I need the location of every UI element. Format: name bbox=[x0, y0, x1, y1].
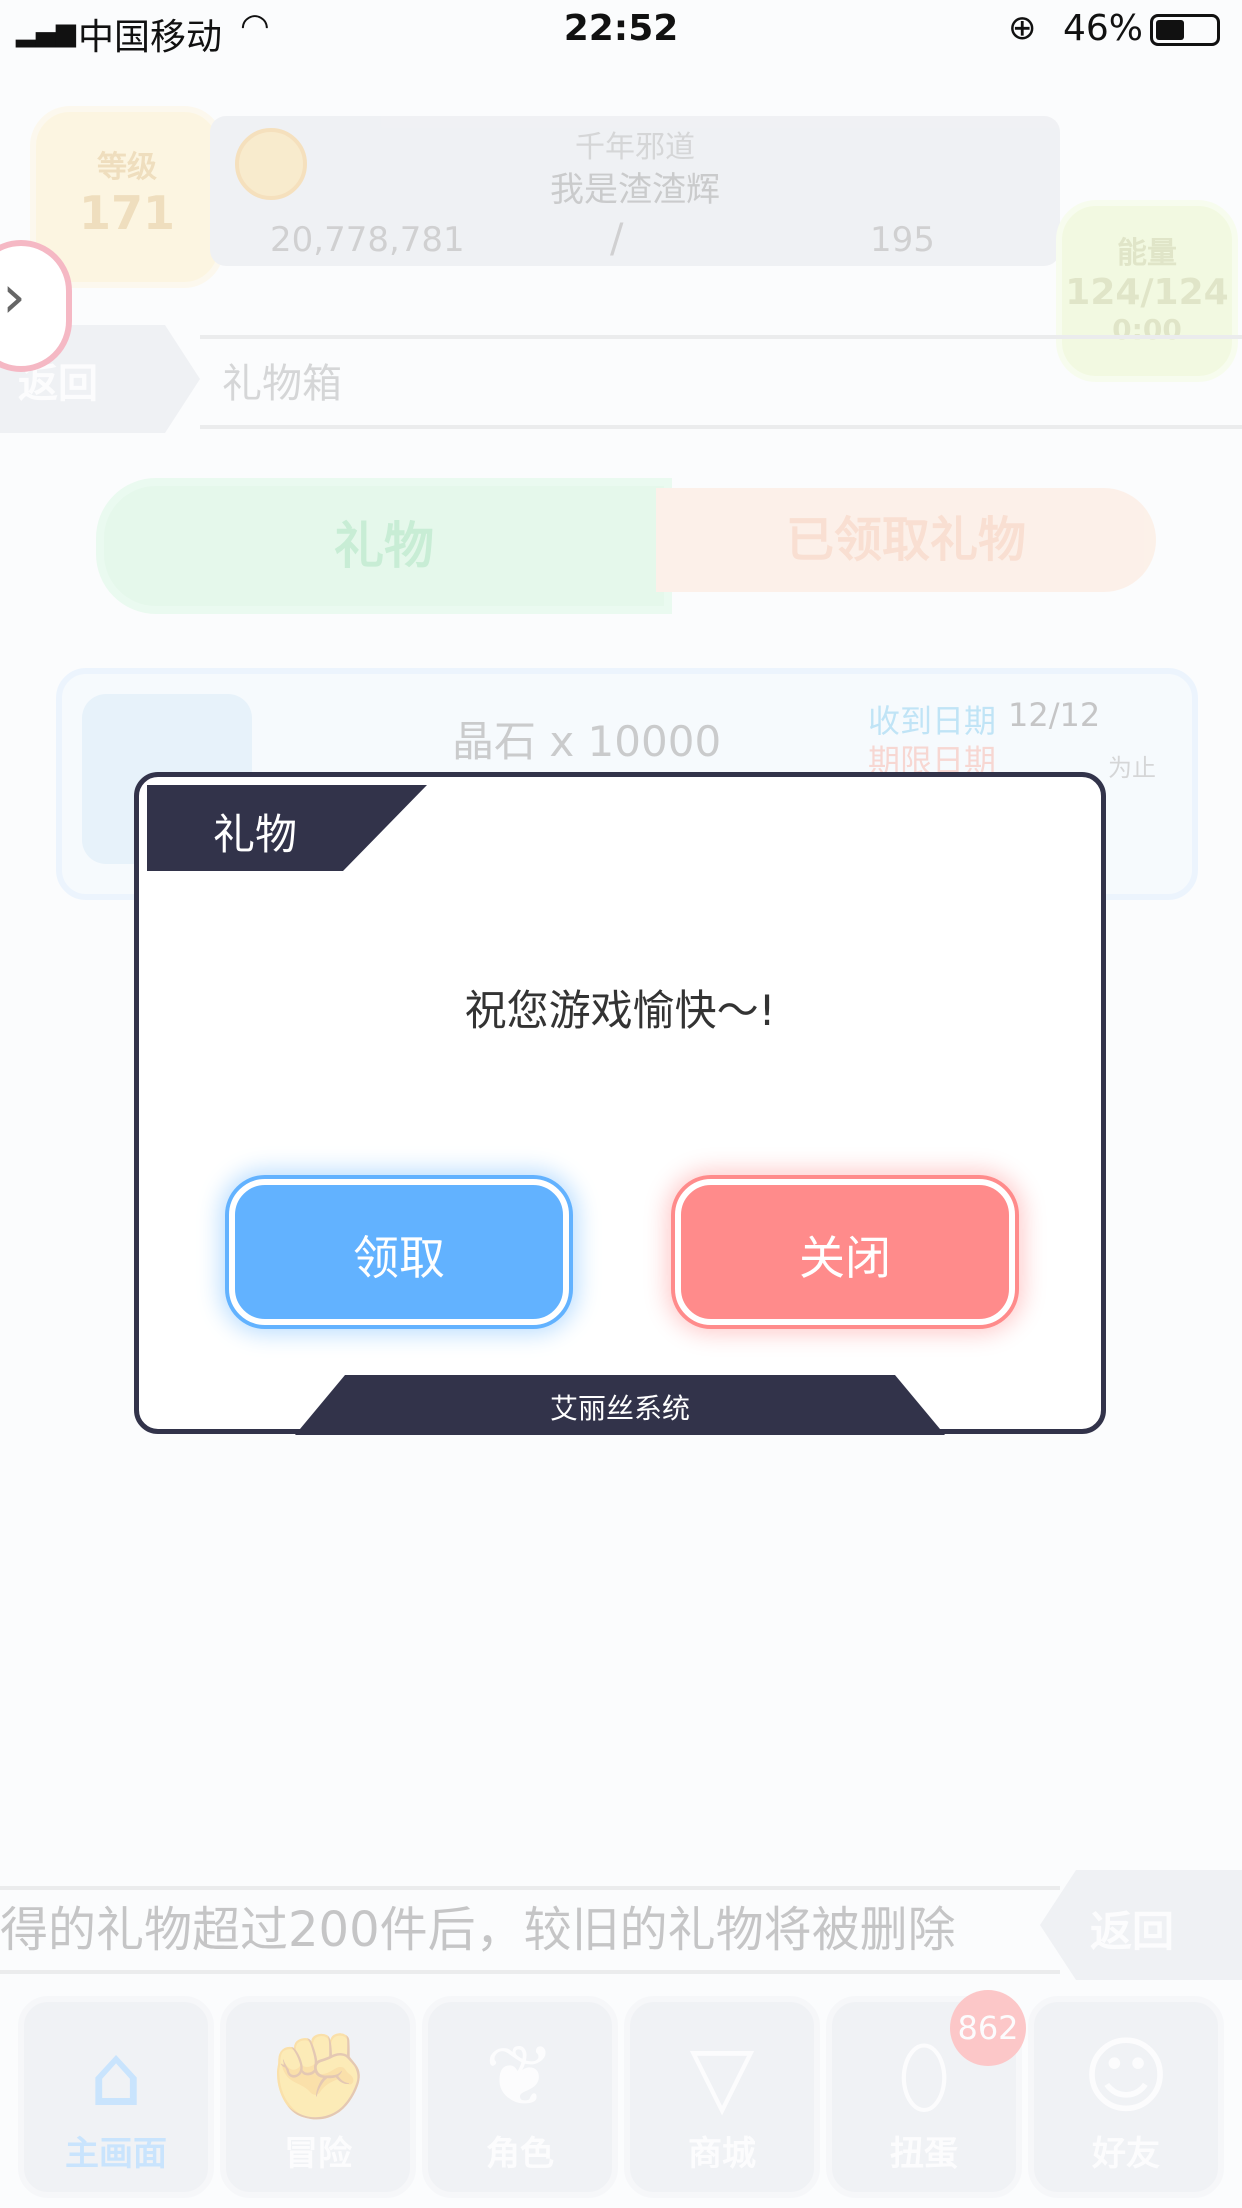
gift-name: 晶石 x 10000 bbox=[452, 717, 722, 766]
nav-friends[interactable]: ☺ 好友 bbox=[1028, 1996, 1224, 2198]
nav-shop-label: 商城 bbox=[688, 2134, 756, 2174]
nav-friends-label: 好友 bbox=[1092, 2134, 1160, 2174]
nav-gacha-label: 扭蛋 bbox=[890, 2134, 958, 2174]
currency-separator: / bbox=[610, 216, 624, 262]
nav-home-label: 主画面 bbox=[65, 2134, 167, 2174]
handshake-icon: ✊ bbox=[265, 2027, 371, 2125]
player-hud: 等级 171 千年邪道 我是渣渣辉 20,778,781 / 195 能量 12… bbox=[20, 96, 1238, 382]
gift-tabs: 礼物 已领取礼物 bbox=[96, 478, 1156, 614]
bottom-back-button[interactable]: 返回 bbox=[1040, 1870, 1242, 1980]
nav-adventure[interactable]: ✊ 冒险 bbox=[220, 1996, 416, 2198]
level-label: 等级 bbox=[97, 150, 157, 185]
player-name: 我是渣渣辉 bbox=[550, 170, 720, 210]
claim-button[interactable]: 领取 bbox=[229, 1179, 569, 1325]
tab-received-gifts[interactable]: 已领取礼物 bbox=[656, 488, 1156, 592]
energy-label: 能量 bbox=[1117, 236, 1177, 271]
tab-gifts[interactable]: 礼物 bbox=[96, 478, 672, 614]
rabbit-icon: ❦ bbox=[484, 2027, 556, 2125]
received-date-value: 12/12 bbox=[1008, 696, 1101, 734]
player-info-bar: 千年邪道 我是渣渣辉 20,778,781 / 195 bbox=[210, 116, 1060, 266]
notice-ticker: 得的礼物超过200件后，较旧的礼物将被删除 bbox=[0, 1886, 1060, 1974]
player-title: 千年邪道 bbox=[575, 130, 695, 165]
page-header: 返回 礼物箱 bbox=[0, 325, 1242, 433]
page-title: 礼物箱 bbox=[222, 361, 342, 407]
close-button[interactable]: 关闭 bbox=[675, 1179, 1015, 1325]
dialog-footer: 艾丽丝系统 bbox=[295, 1375, 945, 1435]
nav-character-label: 角色 bbox=[486, 2134, 554, 2174]
home-icon: ⌂ bbox=[89, 2027, 143, 2125]
bottom-back-label: 返回 bbox=[1090, 1907, 1175, 1956]
notice-text: 得的礼物超过200件后，较旧的礼物将被删除 bbox=[0, 1902, 956, 1958]
medal-icon bbox=[235, 128, 307, 200]
gold-amount: 20,778,781 bbox=[270, 220, 465, 260]
cart-icon: ▽ bbox=[689, 2027, 755, 2125]
dialog-title: 礼物 bbox=[213, 810, 298, 859]
nav-character[interactable]: ❦ 角色 bbox=[422, 1996, 618, 2198]
dialog-footer-label: 艾丽丝系统 bbox=[549, 1392, 690, 1425]
chevron-right-icon: › bbox=[2, 262, 26, 332]
energy-value: 124/124 bbox=[1065, 272, 1229, 313]
gacha-badge: 862 bbox=[950, 1990, 1026, 2066]
gift-dialog: 礼物 祝您游戏愉快～! 领取 关闭 艾丽丝系统 bbox=[134, 772, 1106, 1435]
nav-shop[interactable]: ▽ 商城 bbox=[624, 1996, 820, 2198]
nav-adventure-label: 冒险 bbox=[284, 2134, 352, 2174]
level-value: 171 bbox=[78, 186, 176, 240]
bottom-nav: ⌂ 主画面 ✊ 冒险 ❦ 角色 ▽ 商城 ⬯ 扭蛋 ☺ 好友 bbox=[0, 1996, 1242, 2208]
nav-home[interactable]: ⌂ 主画面 bbox=[18, 1996, 214, 2198]
deadline-until: 为止 bbox=[1108, 754, 1156, 782]
gem-amount: 195 bbox=[870, 220, 935, 260]
dialog-header: 礼物 bbox=[147, 785, 427, 871]
header-frame bbox=[200, 335, 1242, 429]
dialog-message: 祝您游戏愉快～! bbox=[464, 986, 776, 1035]
friends-icon: ☺ bbox=[1082, 2027, 1170, 2125]
